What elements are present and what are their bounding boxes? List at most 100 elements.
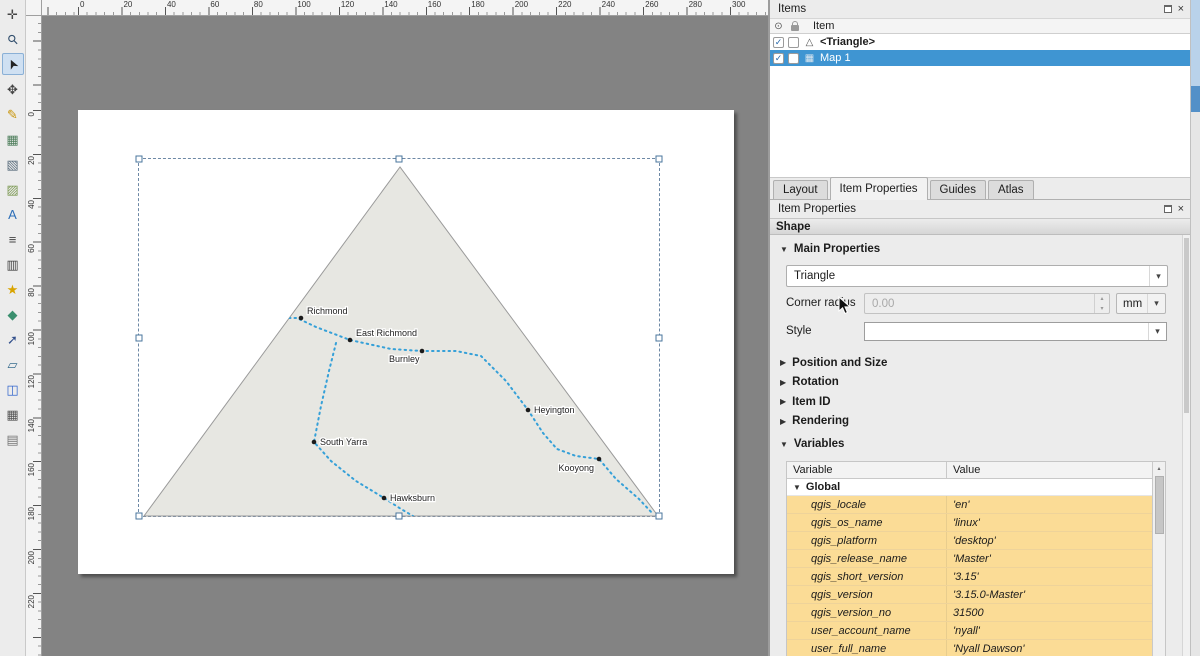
- variable-row[interactable]: qgis_locale'en': [787, 496, 1152, 514]
- move-item-content-tool[interactable]: ✥: [2, 78, 24, 100]
- resize-handle-sw[interactable]: [136, 513, 143, 520]
- variable-row[interactable]: qgis_release_name'Master': [787, 550, 1152, 568]
- spin-buttons[interactable]: ▴ ▾: [1094, 294, 1109, 313]
- resize-handle-w[interactable]: [136, 334, 143, 341]
- add-map-tool[interactable]: ▦: [2, 128, 24, 150]
- add-marker-tool[interactable]: ★: [2, 278, 24, 300]
- items-row[interactable]: ✓△<Triangle>: [770, 34, 1190, 50]
- style-button[interactable]: ▾: [864, 322, 1167, 341]
- ruler-label: 40: [167, 0, 176, 9]
- close-panel-icon[interactable]: ×: [1178, 204, 1184, 215]
- add-scalebar-tool[interactable]: ▥: [2, 253, 24, 275]
- station-dot: [348, 338, 353, 343]
- lock-checkbox[interactable]: [788, 53, 799, 64]
- variable-row[interactable]: qgis_os_name'linux': [787, 514, 1152, 532]
- tab-atlas[interactable]: Atlas: [988, 180, 1034, 199]
- add-label-tool[interactable]: A: [2, 203, 24, 225]
- collapsed-arrow-icon: ▶: [780, 378, 786, 387]
- resize-handle-se[interactable]: [656, 513, 663, 520]
- layout-page[interactable]: RichmondEast RichmondBurnleyHeyingtonSou…: [78, 110, 734, 574]
- layout-canvas[interactable]: RichmondEast RichmondBurnleyHeyingtonSou…: [42, 16, 768, 656]
- variable-value: '3.15.0-Master': [947, 586, 1152, 603]
- properties-content: ▼ Main Properties Triangle ▾ Corner radi…: [770, 235, 1182, 656]
- variable-row[interactable]: qgis_short_version'3.15': [787, 568, 1152, 586]
- add-3d-map-tool[interactable]: ▧: [2, 153, 24, 175]
- spin-up-icon[interactable]: ▴: [1095, 294, 1109, 304]
- add-node-item-tool[interactable]: ▱: [2, 353, 24, 375]
- resize-handle-n[interactable]: [396, 156, 403, 163]
- variable-name: qgis_short_version: [787, 568, 947, 585]
- tab-guides[interactable]: Guides: [930, 180, 986, 199]
- ruler-vertical[interactable]: 020406080100120140160180200220: [26, 16, 42, 656]
- scrollbar-thumb[interactable]: [1184, 238, 1189, 413]
- ruler-label: 0: [80, 0, 84, 9]
- add-legend-tool[interactable]: ≡: [2, 228, 24, 250]
- ruler-label: 140: [384, 0, 397, 9]
- variable-row[interactable]: user_account_name'nyall': [787, 622, 1152, 640]
- tab-layout[interactable]: Layout: [773, 180, 828, 199]
- resize-handle-s[interactable]: [396, 513, 403, 520]
- section-variables[interactable]: ▼ Variables: [780, 438, 844, 450]
- resize-handle-nw[interactable]: [136, 156, 143, 163]
- variable-row[interactable]: qgis_platform'desktop': [787, 532, 1152, 550]
- main-properties-section[interactable]: ▼ Main Properties: [780, 243, 880, 255]
- variable-row[interactable]: qgis_version_no31500: [787, 604, 1152, 622]
- spin-down-icon[interactable]: ▾: [1095, 304, 1109, 314]
- variable-name: qgis_platform: [787, 532, 947, 549]
- lock-checkbox[interactable]: [788, 37, 799, 48]
- visibility-checkbox[interactable]: ✓: [773, 53, 784, 64]
- variables-scrollbar[interactable]: ▴: [1152, 462, 1165, 656]
- map-item[interactable]: RichmondEast RichmondBurnleyHeyingtonSou…: [138, 158, 662, 519]
- add-attribute-table-tool[interactable]: ▦: [2, 403, 24, 425]
- add-shape-tool[interactable]: ◆: [2, 303, 24, 325]
- variables-group-label: Global: [806, 481, 840, 493]
- variables-group-row[interactable]: ▼ Global: [787, 479, 1152, 496]
- ruler-label: 160: [27, 463, 36, 476]
- scrollbar-thumb[interactable]: [1155, 476, 1164, 534]
- add-picture-tool[interactable]: ▨: [2, 178, 24, 200]
- right-scrollbar[interactable]: [1190, 0, 1200, 656]
- select-move-item-tool[interactable]: ➤: [2, 53, 24, 75]
- section-item-id[interactable]: ▶Item ID: [780, 392, 1172, 412]
- zoom-tool[interactable]: ⚲: [2, 28, 24, 50]
- section-rendering[interactable]: ▶Rendering: [780, 412, 1172, 432]
- pan-tool[interactable]: ✛: [2, 3, 24, 25]
- shape-type-combobox[interactable]: Triangle ▾: [786, 265, 1168, 287]
- section-label: Item ID: [792, 396, 830, 408]
- pan-icon: ✛: [7, 8, 18, 21]
- add-fixed-table-tool[interactable]: ▤: [2, 428, 24, 450]
- close-panel-icon[interactable]: ×: [1178, 4, 1184, 15]
- tab-item-properties[interactable]: Item Properties: [830, 177, 928, 199]
- visibility-checkbox[interactable]: ✓: [773, 37, 784, 48]
- triangle-item-selection[interactable]: RichmondEast RichmondBurnleyHeyingtonSou…: [138, 158, 660, 517]
- section-position-and-size[interactable]: ▶Position and Size: [780, 353, 1172, 373]
- section-rotation[interactable]: ▶Rotation: [780, 373, 1172, 393]
- ruler-label: 60: [210, 0, 219, 9]
- add-arrow-tool[interactable]: ➚: [2, 328, 24, 350]
- ruler-label: 180: [27, 507, 36, 520]
- ruler-label: 260: [645, 0, 658, 9]
- scroll-up-icon[interactable]: ▴: [1157, 462, 1160, 474]
- ruler-label: 80: [254, 0, 263, 9]
- value-column-label: Value: [947, 462, 1152, 478]
- variable-name: qgis_release_name: [787, 550, 947, 567]
- properties-scrollbar[interactable]: [1182, 235, 1190, 656]
- float-panel-icon[interactable]: [1164, 205, 1172, 213]
- ruler-horizontal[interactable]: 0204060801001201401601802002202402602803…: [42, 0, 768, 16]
- corner-radius-spinbox[interactable]: 0.00 ▴ ▾: [864, 293, 1110, 314]
- edit-nodes-tool[interactable]: ✎: [2, 103, 24, 125]
- scrollbar-thumb[interactable]: [1191, 86, 1200, 112]
- station-label: Heyington: [534, 405, 575, 415]
- items-row[interactable]: ✓▦Map 1: [770, 50, 1190, 66]
- variable-row[interactable]: user_full_name'Nyall Dawson': [787, 640, 1152, 656]
- left-toolbar: ✛ ⚲ ➤ ✥ ✎ ▦ ▧ ▨ A ≡ ▥ ★ ◆ ➚ ▱ ◫ ▦ ▤: [0, 0, 26, 656]
- variable-column-label: Variable: [787, 462, 947, 478]
- chevron-down-icon: ▾: [1149, 266, 1167, 286]
- check-icon: ✓: [775, 54, 783, 63]
- variable-row[interactable]: qgis_version'3.15.0-Master': [787, 586, 1152, 604]
- resize-handle-e[interactable]: [656, 334, 663, 341]
- float-panel-icon[interactable]: [1164, 5, 1172, 13]
- resize-handle-ne[interactable]: [656, 156, 663, 163]
- add-html-tool[interactable]: ◫: [2, 378, 24, 400]
- unit-combobox[interactable]: mm ▾: [1116, 293, 1166, 314]
